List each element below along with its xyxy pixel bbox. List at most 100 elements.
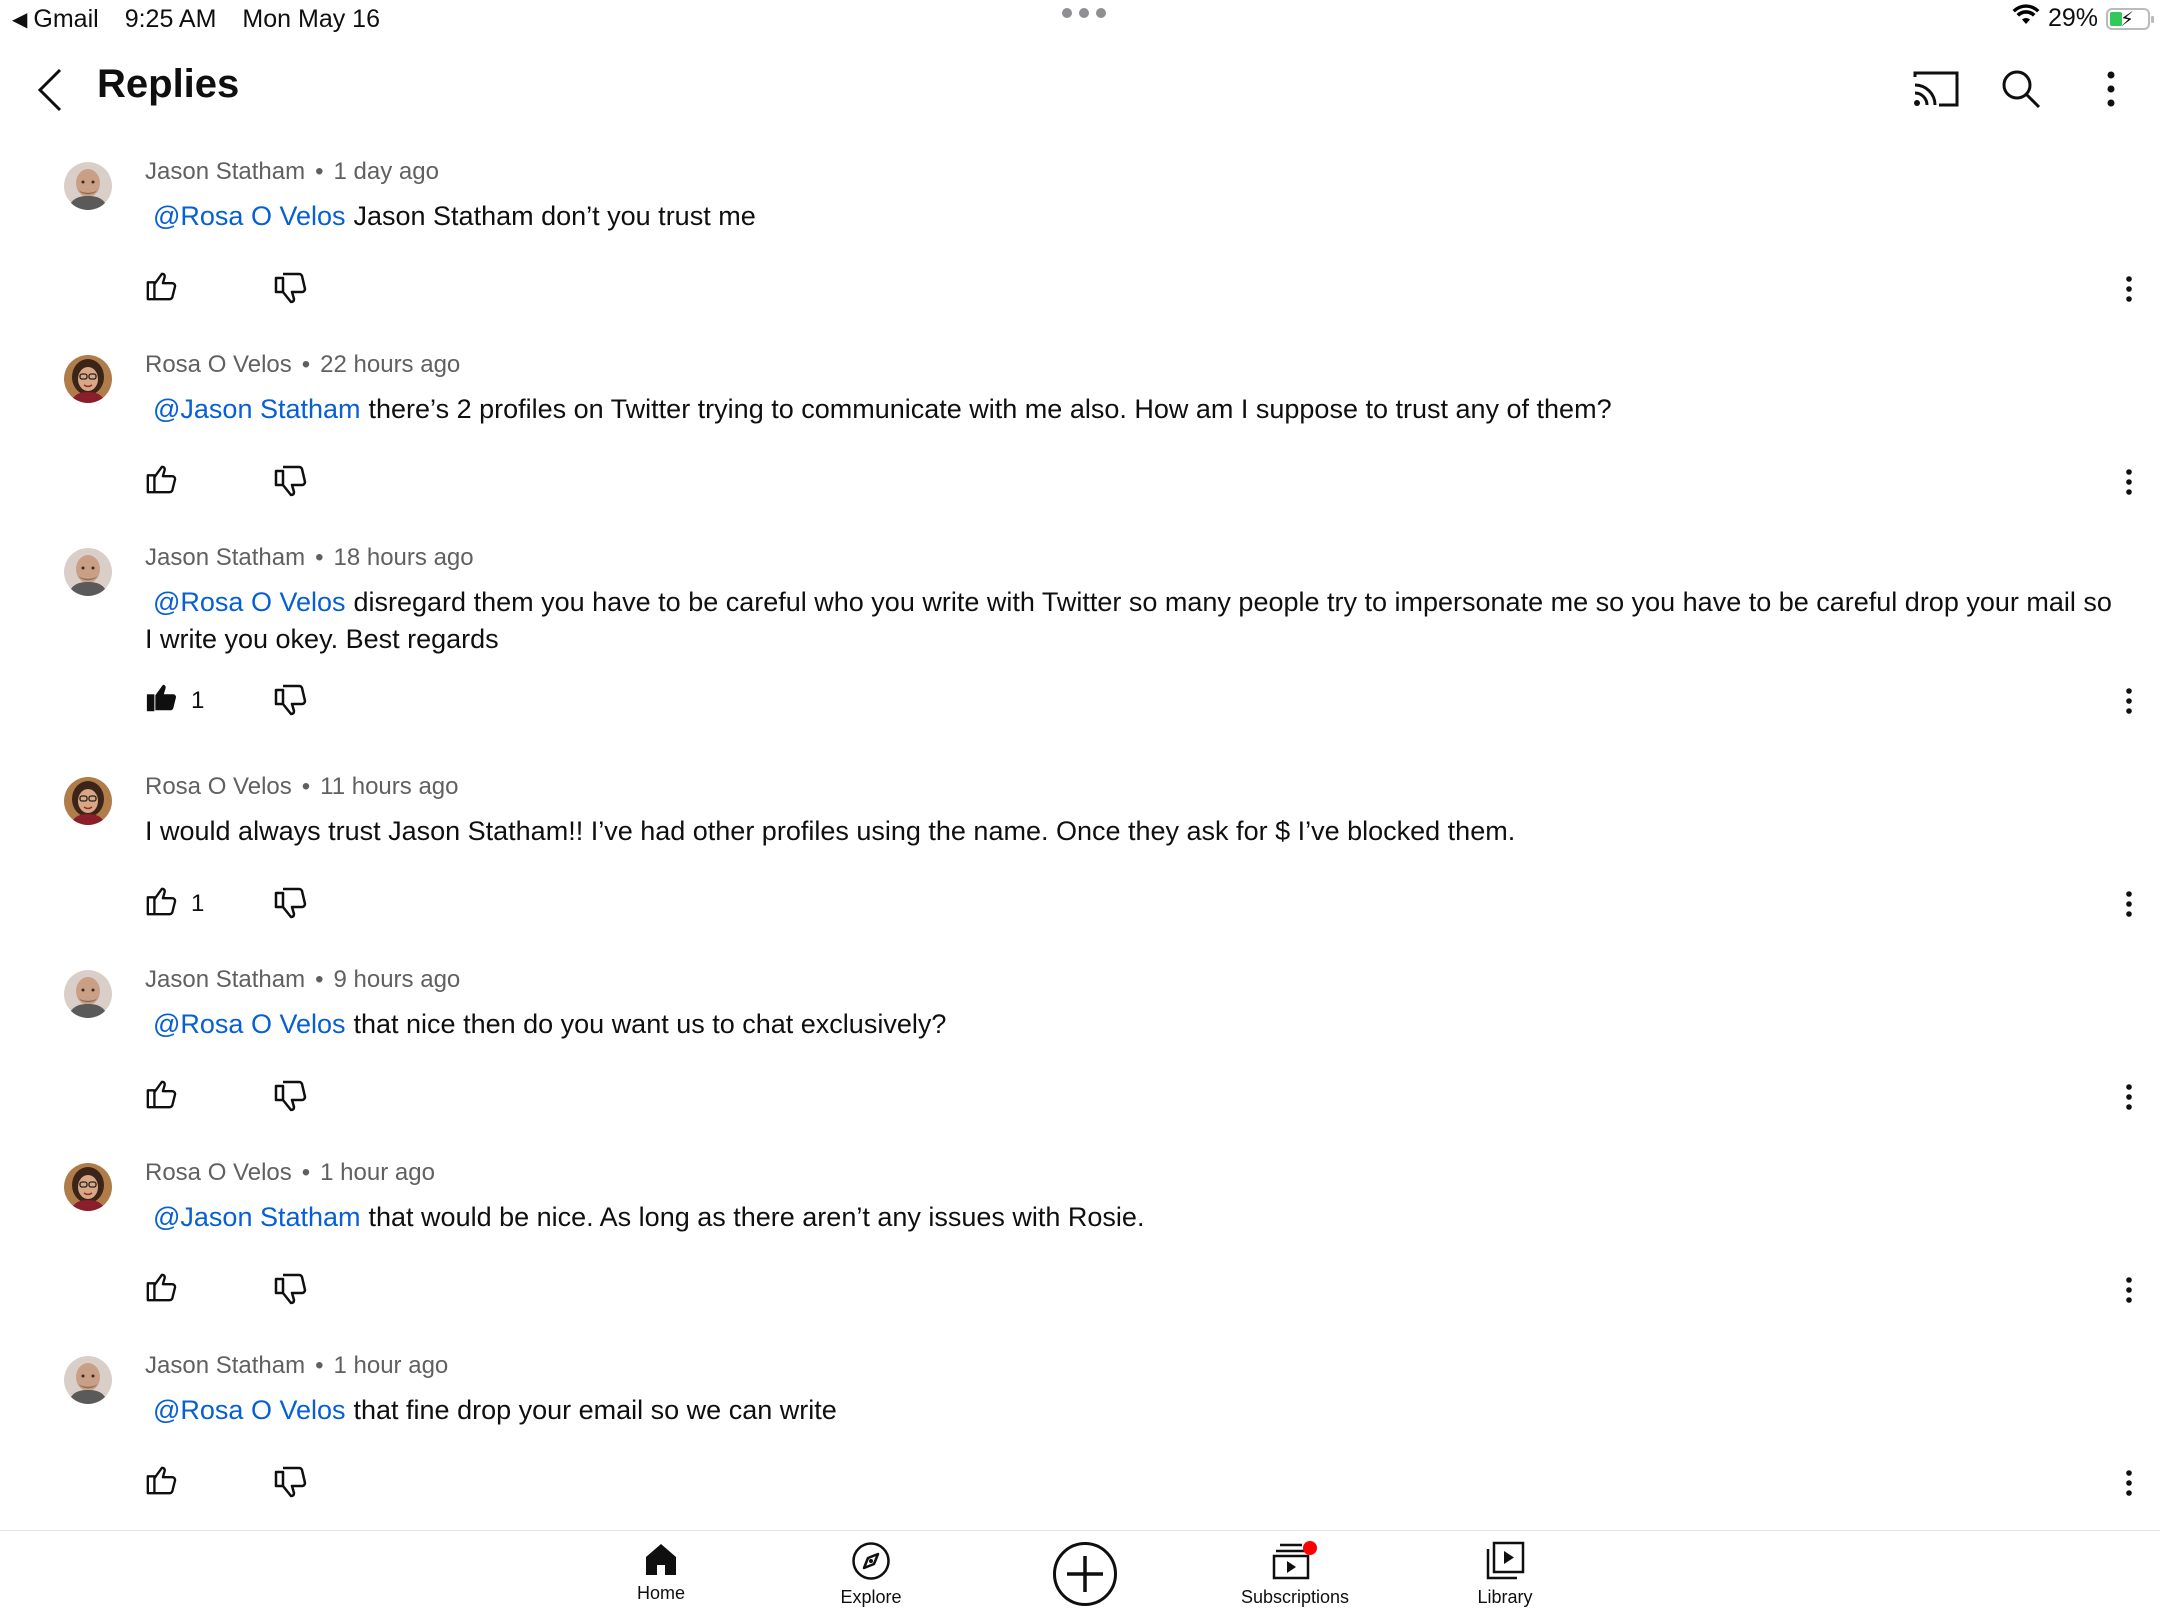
more-options-button[interactable] xyxy=(2082,60,2140,118)
multitask-dots-icon[interactable] xyxy=(1062,8,1106,18)
back-button[interactable] xyxy=(28,60,72,120)
cast-icon xyxy=(1913,71,1959,107)
comment-actions xyxy=(145,1268,307,1312)
comment-author[interactable]: Rosa O Velos xyxy=(145,351,292,378)
dislike-button[interactable] xyxy=(273,1078,307,1117)
avatar[interactable] xyxy=(64,777,112,825)
nav-home[interactable]: Home xyxy=(586,1541,736,1604)
comment-author[interactable]: Jason Statham xyxy=(145,544,305,571)
like-button[interactable] xyxy=(145,464,191,501)
search-icon xyxy=(2002,70,2041,109)
thumbs-up-icon xyxy=(145,1079,177,1116)
comment-author[interactable]: Rosa O Velos xyxy=(145,773,292,800)
meta-separator: • xyxy=(315,544,324,571)
comment-body: disregard them you have to be careful wh… xyxy=(145,587,2112,654)
comment-author[interactable]: Jason Statham xyxy=(145,966,305,993)
comment-author[interactable]: Jason Statham xyxy=(145,1352,305,1379)
comment-more-button[interactable] xyxy=(2114,267,2144,311)
comment-more-button[interactable] xyxy=(2114,1461,2144,1505)
status-left[interactable]: ◀ Gmail 9:25 AM Mon May 16 xyxy=(12,5,380,34)
status-time: 9:25 AM xyxy=(124,5,217,33)
page-title: Replies xyxy=(97,62,240,106)
comment-more-button[interactable] xyxy=(2114,1075,2144,1119)
comment-text: @Rosa O Velos Jason Statham don’t you tru… xyxy=(145,198,2120,235)
comment-actions: 1 xyxy=(145,679,307,723)
comment-more-button[interactable] xyxy=(2114,679,2144,723)
like-button[interactable]: 1 xyxy=(145,683,204,720)
more-vert-icon xyxy=(2107,71,2115,107)
wifi-icon xyxy=(2012,4,2040,33)
mention-link[interactable]: @Rosa O Velos xyxy=(153,1009,346,1039)
reply-comment-3: Jason Statham • 18 hours ago @Rosa O Velos… xyxy=(0,544,2160,737)
nav-library[interactable]: Library xyxy=(1430,1541,1580,1608)
meta-separator: • xyxy=(301,351,311,378)
mention-link[interactable]: @Jason Statham xyxy=(153,394,361,424)
like-button[interactable] xyxy=(145,271,191,308)
search-button[interactable] xyxy=(1992,60,2050,118)
like-button[interactable] xyxy=(145,1465,191,1502)
meta-separator: • xyxy=(315,158,324,185)
comment-time: 1 hour ago xyxy=(333,1352,449,1379)
avatar[interactable] xyxy=(64,162,112,210)
create-button[interactable] xyxy=(1052,1541,1117,1606)
avatar[interactable] xyxy=(64,970,112,1018)
thumbs-down-icon xyxy=(274,887,307,918)
comment-time: 9 hours ago xyxy=(333,966,461,993)
thumbs-down-icon xyxy=(274,1080,307,1111)
thumbs-down-icon xyxy=(274,1466,307,1497)
dislike-button[interactable] xyxy=(273,270,307,309)
comment-meta: Jason Statham • 18 hours ago xyxy=(145,544,474,572)
cast-button[interactable] xyxy=(1907,60,1965,118)
more-vert-icon xyxy=(2126,1084,2132,1110)
comment-author[interactable]: Jason Statham xyxy=(145,158,305,185)
comment-meta: Rosa O Velos • 22 hours ago xyxy=(145,351,460,379)
comment-author[interactable]: Rosa O Velos xyxy=(145,1159,292,1186)
back-app-label[interactable]: Gmail xyxy=(33,5,98,34)
more-vert-icon xyxy=(2126,1470,2132,1496)
dislike-button[interactable] xyxy=(273,463,307,502)
status-right: 29% ⚡ xyxy=(2012,4,2154,33)
mention-link[interactable]: @Rosa O Velos xyxy=(153,201,346,231)
mention-link[interactable]: @Rosa O Velos xyxy=(153,1395,346,1425)
battery-percent: 29% xyxy=(2047,4,2098,32)
reply-comment-1: Jason Statham • 1 day ago @Rosa O Velos Jas… xyxy=(0,158,2160,351)
library-icon xyxy=(1486,1541,1525,1580)
meta-separator: • xyxy=(315,1352,324,1379)
avatar[interactable] xyxy=(64,1356,112,1404)
comment-text: @Rosa O Velos disregard them you have to … xyxy=(145,584,2120,658)
avatar[interactable] xyxy=(64,355,112,403)
nav-subscriptions[interactable]: Subscriptions xyxy=(1220,1541,1370,1608)
nav-library-label: Library xyxy=(1477,1587,1533,1607)
like-button[interactable] xyxy=(145,1079,191,1116)
avatar[interactable] xyxy=(64,1163,112,1211)
thumbs-up-icon xyxy=(145,271,177,308)
nav-home-label: Home xyxy=(636,1583,685,1603)
comment-actions: 1 xyxy=(145,882,307,926)
back-icon[interactable] xyxy=(36,68,64,112)
comment-meta: Jason Statham • 1 hour ago xyxy=(145,1352,448,1380)
mention-link[interactable]: @Jason Statham xyxy=(153,1202,361,1232)
like-button[interactable] xyxy=(145,1272,191,1309)
top-app-bar: Replies xyxy=(0,50,2160,130)
nav-explore[interactable]: Explore xyxy=(796,1541,946,1608)
comment-body: Jason Statham don’t you trust me xyxy=(353,201,756,231)
dislike-button[interactable] xyxy=(273,682,307,721)
dislike-button[interactable] xyxy=(273,1271,307,1310)
reply-comment-6: Rosa O Velos • 1 hour ago @Jason Statham th… xyxy=(0,1159,2160,1352)
dislike-button[interactable] xyxy=(273,1464,307,1503)
more-vert-icon xyxy=(2126,1277,2132,1303)
comment-body: I would always trust Jason Statham!! I’v… xyxy=(145,816,1516,846)
avatar[interactable] xyxy=(64,548,112,596)
comment-more-button[interactable] xyxy=(2114,1268,2144,1312)
comment-more-button[interactable] xyxy=(2114,460,2144,504)
mention-link[interactable]: @Rosa O Velos xyxy=(153,587,346,617)
thumbs-up-icon xyxy=(145,886,177,923)
reply-comment-4: Rosa O Velos • 11 hours ago I would always… xyxy=(0,773,2160,966)
dislike-button[interactable] xyxy=(273,885,307,924)
meta-separator: • xyxy=(301,1159,311,1186)
like-button[interactable]: 1 xyxy=(145,886,204,923)
comment-body: there’s 2 profiles on Twitter trying to … xyxy=(368,394,1612,424)
comment-meta: Jason Statham • 9 hours ago xyxy=(145,966,460,994)
comment-more-button[interactable] xyxy=(2114,882,2144,926)
back-triangle-icon[interactable]: ◀ xyxy=(12,7,27,32)
